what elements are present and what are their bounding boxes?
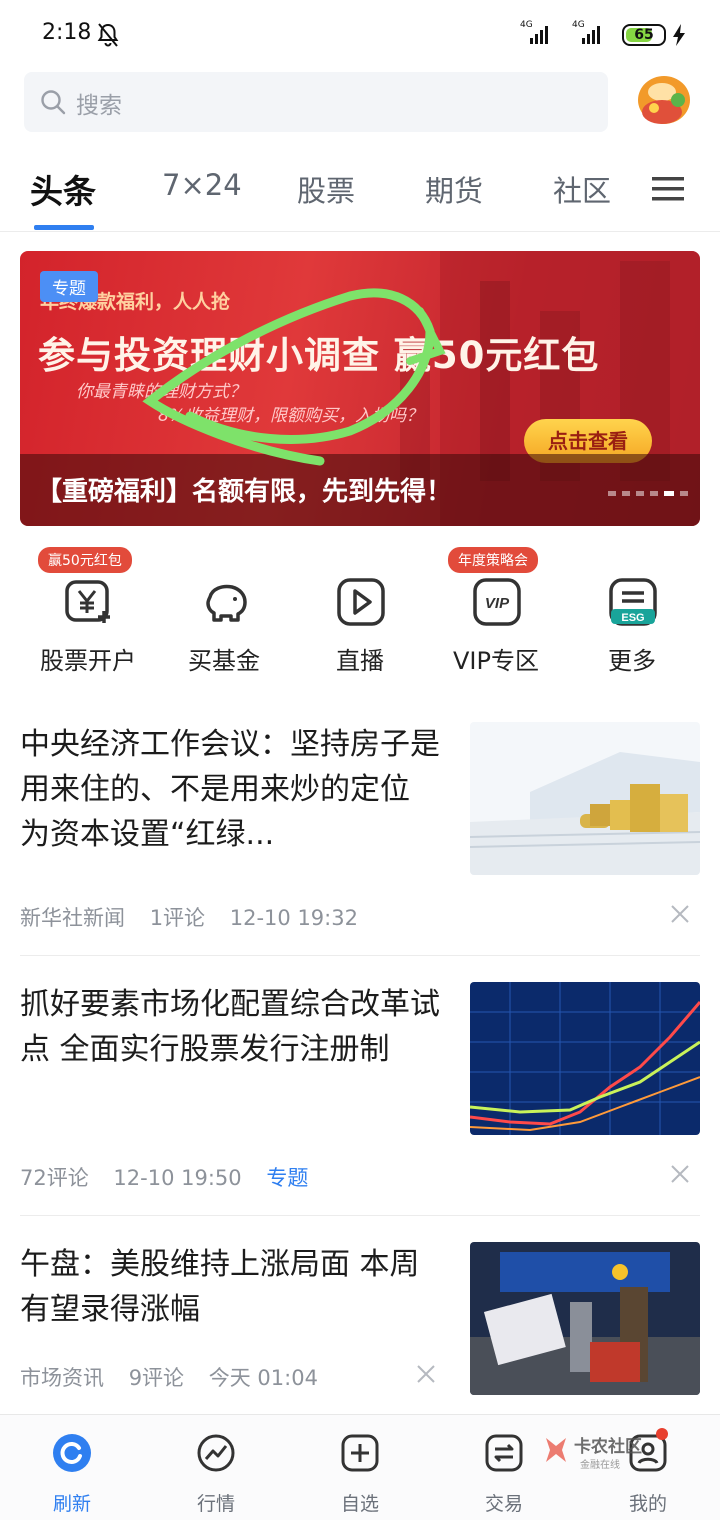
comment-count: 1评论 xyxy=(149,906,206,930)
nav-watchlist[interactable]: 自选 xyxy=(288,1415,432,1521)
vip-zone-button[interactable]: 年度策略会 VIP VIP专区 xyxy=(428,545,564,685)
vip-icon: VIP xyxy=(473,578,521,626)
comment-count: 9评论 xyxy=(128,1366,185,1390)
nav-label: 自选 xyxy=(340,1493,379,1515)
news-meta: 市场资讯 9评论 今天 01:04 xyxy=(20,1362,336,1392)
esg-icon: ESG xyxy=(609,578,657,626)
nav-label: 刷新 xyxy=(52,1493,91,1515)
nav-market[interactable]: 行情 xyxy=(144,1415,288,1521)
news-thumbnail xyxy=(470,1242,700,1395)
nav-label: 行情 xyxy=(196,1493,235,1515)
news-title: 中央经济工作会议：坚持房子是用来住的、不是用来炒的定位 为资本设置“红绿... xyxy=(20,727,440,852)
promo-tag: 赢50元红包 xyxy=(38,547,132,573)
plus-box-icon xyxy=(341,1434,379,1472)
news-meta: 新华社新闻 1评论 12-10 19:32 xyxy=(20,902,376,932)
battery-level: 65 xyxy=(634,27,654,43)
quick-action-label: 直播 xyxy=(336,647,384,675)
live-button[interactable]: 直播 xyxy=(292,545,428,685)
watermark-brand: 卡农社区 xyxy=(574,1436,642,1456)
news-meta: 72评论 12-10 19:50 专题 xyxy=(20,1162,326,1192)
search-placeholder: 搜索 xyxy=(76,93,122,119)
quick-action-label: 买基金 xyxy=(188,647,260,675)
more-button[interactable]: ESG 更多 xyxy=(564,545,700,685)
quick-action-label: VIP专区 xyxy=(453,647,539,675)
svg-text:VIP: VIP xyxy=(485,595,510,612)
comment-count: 72评论 xyxy=(20,1166,89,1190)
tab-futures[interactable]: 期货 xyxy=(425,168,483,210)
divider xyxy=(20,1215,700,1216)
play-icon xyxy=(337,578,385,626)
active-tab-indicator xyxy=(34,225,94,230)
svg-text:ESG: ESG xyxy=(621,612,644,624)
quick-action-label: 更多 xyxy=(608,647,656,675)
stock-account-button[interactable]: 赢50元红包 股票开户 xyxy=(20,545,156,685)
news-time: 今天 01:04 xyxy=(208,1366,318,1390)
close-icon[interactable] xyxy=(670,1164,690,1184)
search-icon xyxy=(41,90,66,115)
watermark-logo: 卡农社区 金融在线 xyxy=(546,1436,642,1471)
battery-icon: 65 xyxy=(622,24,666,46)
watermark-sub: 金融在线 xyxy=(580,1458,620,1471)
status-bar: 2:18 4G 4G 65 xyxy=(0,0,720,68)
signal-icon xyxy=(530,24,548,44)
divider xyxy=(20,955,700,956)
refresh-icon xyxy=(53,1434,91,1472)
divider xyxy=(0,231,720,232)
piggy-bank-icon xyxy=(206,584,247,622)
quick-action-label: 股票开户 xyxy=(40,647,136,675)
buy-fund-button[interactable]: 买基金 xyxy=(156,545,292,685)
signal-icon xyxy=(582,24,600,44)
news-thumbnail xyxy=(470,982,700,1135)
bell-muted-icon xyxy=(97,23,119,47)
tab-headlines[interactable]: 头条 xyxy=(30,165,96,213)
topic-link[interactable]: 专题 xyxy=(266,1166,308,1190)
channel-tabs: 头条 7×24 股票 期货 社区 xyxy=(0,160,720,230)
close-icon[interactable] xyxy=(670,904,690,924)
tab-stocks[interactable]: 股票 xyxy=(297,168,355,210)
avatar[interactable] xyxy=(632,70,696,134)
menu-icon[interactable] xyxy=(652,175,684,203)
nav-label: 我的 xyxy=(628,1493,667,1515)
tab-community[interactable]: 社区 xyxy=(553,168,611,210)
promo-tag: 年度策略会 xyxy=(448,547,538,573)
close-icon[interactable] xyxy=(416,1364,436,1384)
news-source: 市场资讯 xyxy=(20,1366,104,1390)
news-time: 12-10 19:32 xyxy=(229,906,358,930)
news-title: 抓好要素市场化配置综合改革试点 全面实行股票发行注册制 xyxy=(20,987,440,1067)
nav-refresh[interactable]: 刷新 xyxy=(0,1415,144,1521)
nav-label: 交易 xyxy=(484,1493,523,1515)
promo-banner[interactable]: 年终爆款福利，人人抢 专题 参与投资理财小调查 赢50元红包 你最青睐的理财方式… xyxy=(20,251,700,526)
charging-icon xyxy=(673,24,685,46)
tab-7x24[interactable]: 7×24 xyxy=(162,168,242,202)
green-annotation-scribble xyxy=(142,288,446,466)
news-source: 新华社新闻 xyxy=(20,906,125,930)
chart-line-icon xyxy=(197,1434,235,1472)
clock: 2:18 xyxy=(42,20,92,45)
exchange-icon xyxy=(485,1434,523,1472)
news-title: 午盘：美股维持上涨局面 本周有望录得涨幅 xyxy=(20,1247,420,1327)
yen-plus-icon xyxy=(65,580,110,623)
news-time: 12-10 19:50 xyxy=(113,1166,242,1190)
news-thumbnail xyxy=(470,722,700,875)
quick-actions: 赢50元红包 股票开户 买基金 直播 年度策略会 VIP VIP专区 ESG 更… xyxy=(0,545,720,685)
search-input[interactable]: 搜索 xyxy=(24,72,608,132)
